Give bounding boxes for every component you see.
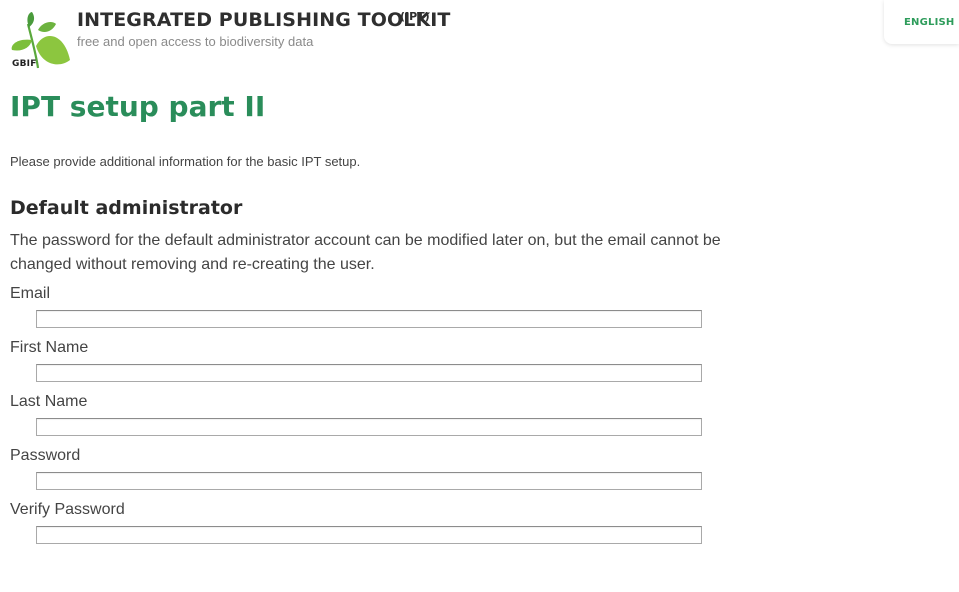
site-header: GBIF INTEGRATED PUBLISHING TOOLKIT (IPT)… [0,0,959,80]
logo-text: GBIF [12,59,37,69]
first-name-label: First Name [10,339,89,356]
page-intro: Please provide additional information fo… [10,154,361,169]
last-name-label: Last Name [10,393,88,410]
language-link[interactable]: ENGLISH [904,17,954,28]
last-name-field[interactable] [36,418,702,436]
password-label: Password [10,447,81,464]
email-label: Email [10,285,51,302]
brand-tagline: free and open access to biodiversity dat… [77,34,314,49]
brand-superscript: (IPT) [400,10,430,23]
language-selector: ENGLISH [884,0,959,44]
section-description: The password for the default administrat… [10,232,721,273]
page-title: IPT setup part II [10,90,266,123]
section-title: Default administrator [10,197,243,219]
verify-password-label: Verify Password [10,501,125,518]
email-field[interactable] [36,310,702,328]
brand-title: INTEGRATED PUBLISHING TOOLKIT [77,9,451,31]
gbif-logo[interactable]: GBIF [8,10,74,72]
verify-password-field[interactable] [36,526,702,544]
first-name-field[interactable] [36,364,702,382]
password-field[interactable] [36,472,702,490]
